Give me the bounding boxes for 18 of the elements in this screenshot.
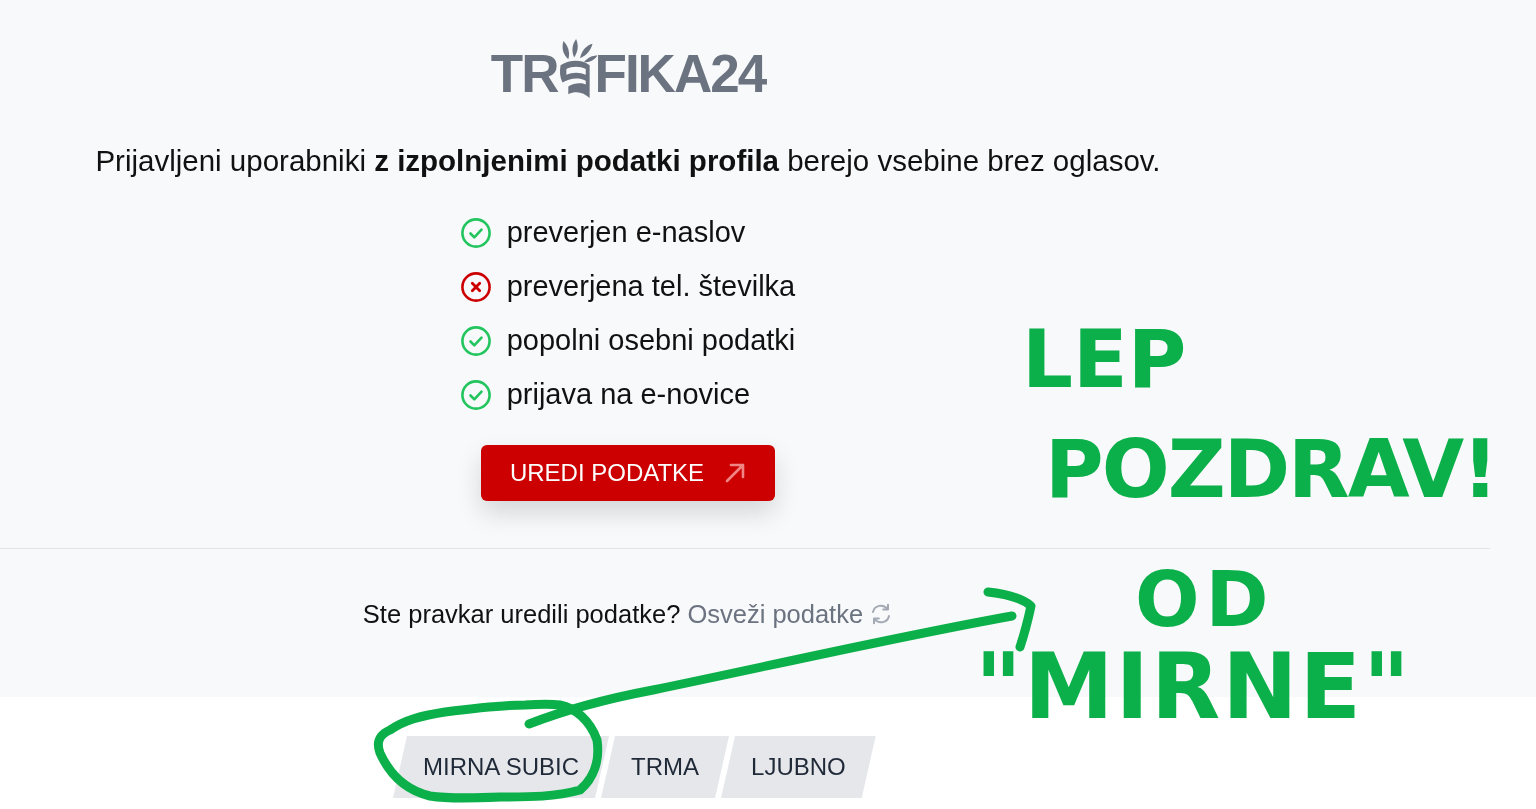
requirement-text: popolni osebni podatki [506, 323, 796, 359]
intro-text: Prijavljeni uporabniki z izpolnjenimi podatki profila berejo vsebine brez oglasov. [95, 144, 1161, 178]
requirement-text: preverjena tel. številka [506, 269, 796, 305]
location-tab[interactable]: LJUBNO [721, 736, 876, 798]
question-text: Ste pravkar uredili podatke? [362, 599, 681, 630]
book-icon [557, 38, 598, 100]
refresh-link[interactable]: Osveži podatke [687, 598, 894, 630]
logo-text: TR [490, 47, 558, 100]
handwritten-text: "MIRNE" [975, 642, 1412, 732]
location-tab[interactable]: TRMA [601, 736, 730, 798]
arrow-up-right-icon [724, 462, 747, 484]
handwritten-text: LEP [1022, 320, 1187, 400]
logo-text: FIKA24 [594, 47, 766, 100]
handwritten-text: OD [1135, 562, 1275, 638]
requirement-text: preverjen e-naslov [506, 215, 746, 251]
handwritten-text: POZDRAV! [1045, 430, 1497, 510]
requirement-text: prijava na e-novice [506, 377, 751, 413]
edit-button[interactable]: UREDI PODATKE [481, 445, 775, 501]
